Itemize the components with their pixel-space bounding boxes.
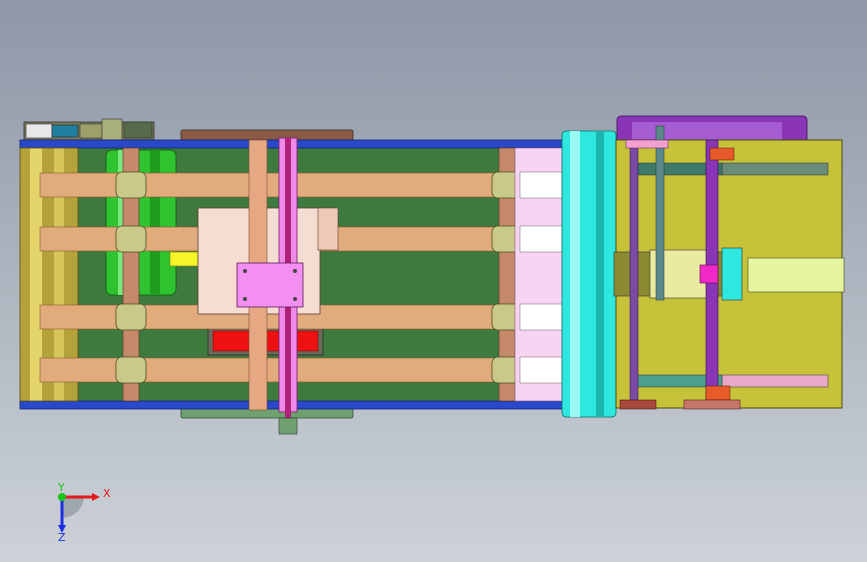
top-fitting [709,147,735,161]
vertical-rod-2 [655,125,665,301]
y-axis-label: Y [57,481,65,494]
cad-viewport[interactable]: X Y Z [0,0,867,562]
top-drive-unit [23,118,155,141]
conveyor-assembly [19,118,621,435]
bottom-left-fitting [619,399,657,410]
z-axis-label: Z [58,531,66,544]
yellow-sensor-block [169,251,201,267]
pink-bracket [699,264,719,284]
vertical-rod-1 [629,144,639,408]
rail-bottom [19,400,617,410]
top-left-fitting [625,139,669,149]
bottom-mid-fitting [683,399,741,410]
rail-top [19,139,617,149]
screw-end-fitting [278,417,298,435]
top-cover-plate [180,129,354,141]
slider-plate [236,262,304,308]
cyan-roller [561,130,617,418]
coordinate-triad: X Y Z [57,481,111,544]
bottom-fitting [705,385,731,401]
right-housing-assembly [613,115,845,410]
x-axis-label: X [103,487,111,500]
